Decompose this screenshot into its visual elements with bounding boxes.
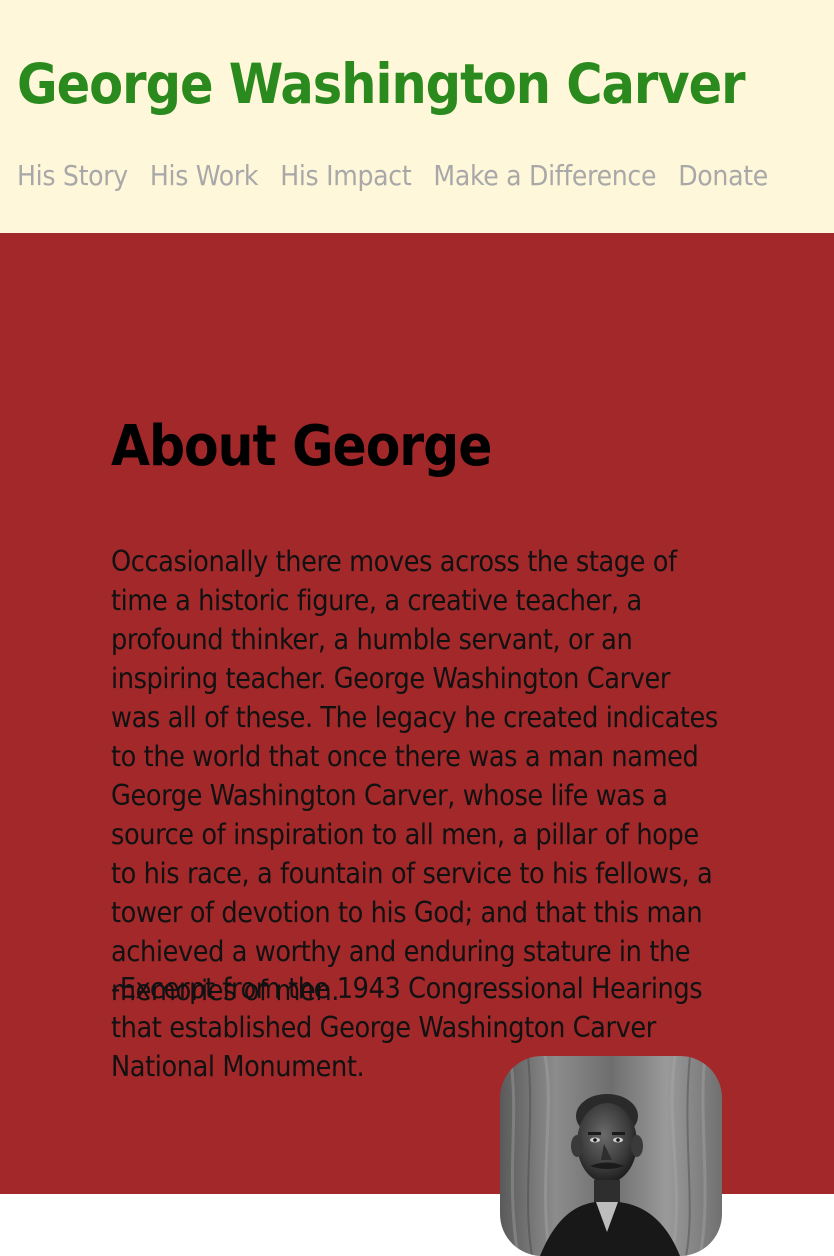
about-heading: About George [111,414,492,479]
about-section: About George Occasionally there moves ac… [0,233,834,1256]
carver-portrait [500,1056,722,1256]
site-header: George Washington Carver His Story His W… [0,0,834,233]
nav-link-his-story[interactable]: His Story [17,156,128,196]
quote-paragraph: Occasionally there moves across the stag… [111,545,718,1007]
nav-link-donate[interactable]: Donate [678,156,768,196]
nav-link-his-impact[interactable]: His Impact [280,156,412,196]
nav-link-make-a-difference[interactable]: Make a Difference [433,156,656,196]
main-nav: His Story His Work His Impact Make a Dif… [17,156,790,196]
portrait-photo [500,1056,722,1256]
nav-link-his-work[interactable]: His Work [150,156,259,196]
site-title: George Washington Carver [17,52,746,116]
